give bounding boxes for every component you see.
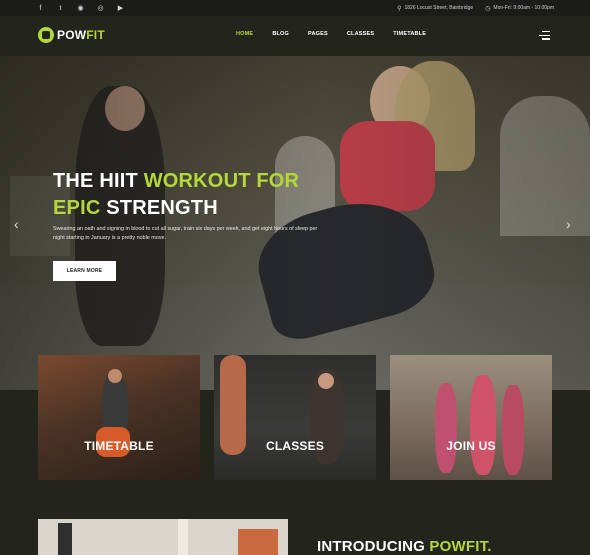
card-classes[interactable]: CLASSES [214, 355, 376, 480]
github-icon[interactable]: ◉ [76, 4, 85, 13]
clock-icon: ◷ [485, 5, 491, 12]
address-text: 1826 Locust Street, Bainbridge [404, 5, 474, 11]
card-figure [435, 383, 457, 473]
hours-item: ◷ Mon-Fri: 9:00am - 10:00pm [485, 5, 554, 12]
hero-overlay [0, 56, 590, 390]
contact-info: ⚲ 1826 Locust Street, Bainbridge ◷ Mon-F… [397, 5, 554, 12]
nav-home[interactable]: HOME [236, 31, 253, 37]
location-pin-icon: ⚲ [397, 5, 402, 12]
feature-cards: TIMETABLE CLASSES JOIN US [38, 355, 552, 481]
learn-more-button[interactable]: LEARN MORE [53, 261, 116, 281]
card-label: TIMETABLE [84, 439, 154, 453]
hours-text: Mon-Fri: 9:00am - 10:00pm [493, 5, 554, 11]
card-label: CLASSES [265, 439, 325, 453]
twitter-icon[interactable]: t [56, 4, 65, 13]
menu-icon[interactable] [539, 31, 550, 40]
hero-subtitle: Swearing an oath and signing in blood to… [53, 226, 318, 241]
card-label: JOIN US [446, 439, 496, 453]
slider-next-arrow-icon[interactable]: › [566, 217, 574, 231]
youtube-icon[interactable]: ▶ [116, 4, 125, 13]
nav-classes[interactable]: CLASSES [347, 31, 374, 37]
logo[interactable]: POWFIT [38, 27, 105, 43]
logo-dumbbell-icon [38, 27, 54, 43]
address-item: ⚲ 1826 Locust Street, Bainbridge [397, 5, 473, 12]
card-figure [502, 385, 524, 475]
logo-text: POWFIT [57, 28, 105, 42]
intro-image [38, 519, 288, 555]
card-figure [470, 375, 496, 475]
nav-timetable[interactable]: TIMETABLE [393, 31, 426, 37]
intro-title: INTRODUCING POWFIT. [317, 538, 492, 555]
facebook-icon[interactable]: f [36, 4, 45, 13]
main-nav: HOME BLOG PAGES CLASSES TIMETABLE [236, 31, 426, 37]
nav-blog[interactable]: BLOG [272, 31, 289, 37]
hero-title: THE HIIT WORKOUT FOR EPIC STRENGTH [53, 170, 300, 219]
social-links: f t ◉ ◎ ▶ [36, 4, 125, 13]
hero-slider: THE HIIT WORKOUT FOR EPIC STRENGTH Swear… [0, 56, 590, 390]
card-timetable[interactable]: TIMETABLE [38, 355, 200, 480]
nav-pages[interactable]: PAGES [308, 31, 328, 37]
card-join-us[interactable]: JOIN US [390, 355, 552, 480]
top-bar: f t ◉ ◎ ▶ ⚲ 1826 Locust Street, Bainbrid… [0, 0, 590, 16]
main-header: POWFIT HOME BLOG PAGES CLASSES TIMETABLE [0, 16, 590, 56]
dribbble-icon[interactable]: ◎ [96, 4, 105, 13]
slider-prev-arrow-icon[interactable]: ‹ [14, 217, 22, 231]
